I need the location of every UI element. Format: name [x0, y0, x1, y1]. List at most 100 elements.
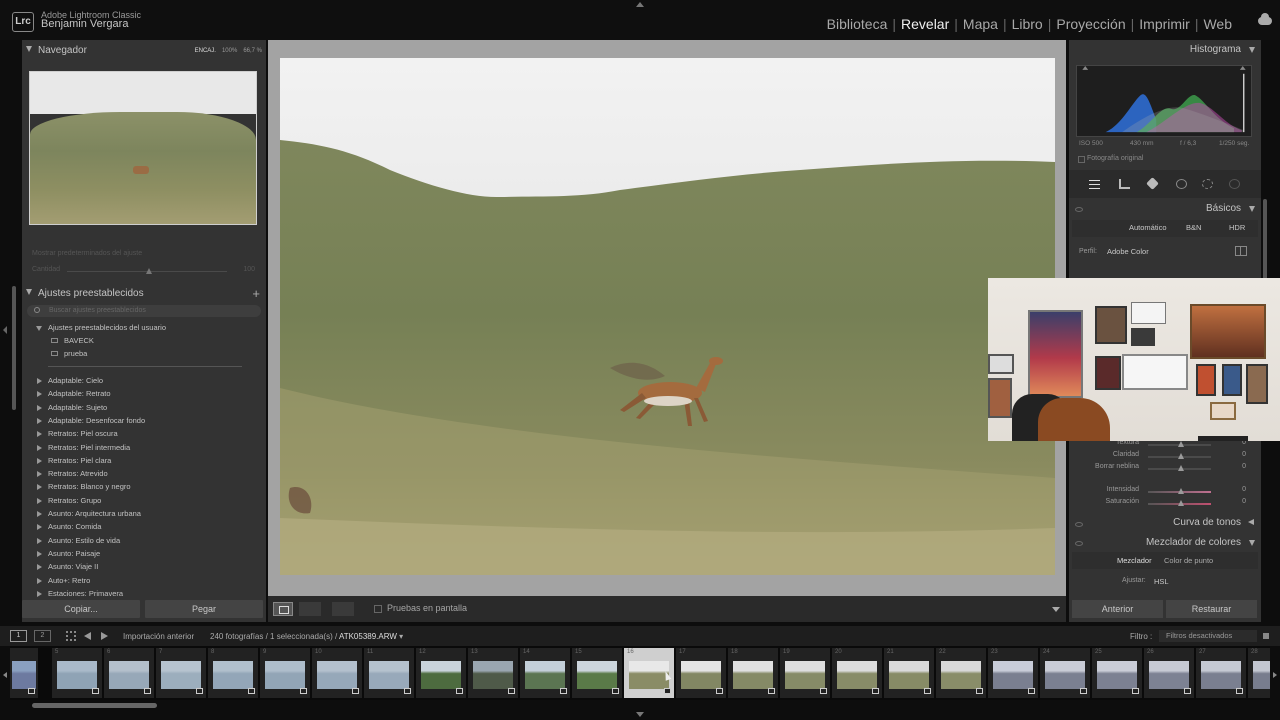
auto-button[interactable]: Automático	[1129, 223, 1167, 232]
filmstrip-info[interactable]: 240 fotografías / 1 seleccionada(s) / AT…	[210, 632, 403, 641]
filmstrip-thumbnail[interactable]: 5	[52, 648, 102, 698]
module-develop[interactable]: Revelar	[901, 16, 949, 32]
panel-visibility-eye-icon[interactable]	[1075, 522, 1083, 527]
reset-icon[interactable]	[1229, 179, 1240, 189]
presets-search-input[interactable]: Buscar ajustes preestablecidos	[27, 305, 261, 317]
filmstrip-source[interactable]: Importación anterior	[123, 632, 194, 641]
navigator-preview[interactable]	[29, 71, 257, 225]
previous-button[interactable]: Anterior	[1072, 600, 1163, 618]
before-after-view-icon[interactable]	[299, 602, 321, 616]
tab-mixer[interactable]: Mezclador	[1117, 556, 1152, 565]
crop-icon[interactable]	[1119, 179, 1130, 189]
zoom-100[interactable]: 100%	[222, 48, 237, 54]
filmstrip-thumbnail[interactable]: 10	[312, 648, 362, 698]
left-panel-scrollbar[interactable]	[12, 286, 16, 410]
collapse-bottom-panel-icon[interactable]	[636, 712, 644, 717]
red-eye-icon[interactable]	[1176, 179, 1187, 189]
filmstrip-thumbnail[interactable]: 28	[1248, 648, 1270, 698]
collapse-left-panel-icon[interactable]	[3, 326, 7, 334]
toolbar-content-dropdown-icon[interactable]	[1052, 607, 1060, 612]
panel-visibility-eye-icon[interactable]	[1075, 207, 1083, 212]
filmstrip-thumbnail[interactable]: 27	[1196, 648, 1246, 698]
filmstrip-thumbnail[interactable]: 18	[728, 648, 778, 698]
filmstrip-thumbnail[interactable]: 12	[416, 648, 466, 698]
filmstrip-thumbnail[interactable]: 15	[572, 648, 622, 698]
adjust-dropdown[interactable]: HSL	[1154, 577, 1169, 586]
filter-dropdown[interactable]: Filtros desactivados	[1159, 630, 1257, 642]
module-book[interactable]: Libro	[1012, 16, 1043, 32]
filmstrip-thumbnail[interactable]: 7	[156, 648, 206, 698]
filmstrip-thumbnail[interactable]: 8	[208, 648, 258, 698]
edit-sliders-icon[interactable]	[1089, 179, 1100, 189]
masking-icon[interactable]	[1202, 179, 1213, 189]
slider-knob[interactable]	[1178, 465, 1184, 471]
presets-header[interactable]: Ajustes preestablecidos	[22, 285, 266, 303]
filmstrip-thumbnail[interactable]: 11	[364, 648, 414, 698]
filmstrip-thumbnail[interactable]: 25	[1092, 648, 1142, 698]
filmstrip-thumbnail[interactable]: 23	[988, 648, 1038, 698]
tone-curve-title[interactable]: Curva de tonos	[1173, 517, 1241, 528]
before-after-split-icon[interactable]	[332, 602, 354, 616]
slider-value[interactable]: 0	[1242, 498, 1246, 505]
slider-dehaze[interactable]: Borrar neblina 0	[1069, 463, 1261, 475]
slider-knob[interactable]	[1178, 488, 1184, 494]
module-library[interactable]: Biblioteca	[827, 16, 888, 32]
module-slideshow[interactable]: Proyección	[1056, 16, 1125, 32]
filmstrip-scrollbar[interactable]	[32, 703, 157, 708]
filmstrip-thumbnail[interactable]: 19	[780, 648, 830, 698]
panel-visibility-eye-icon[interactable]	[1075, 541, 1083, 546]
collapse-triangle-icon[interactable]	[1249, 206, 1255, 212]
forward-arrow-icon[interactable]	[101, 632, 108, 640]
slider-value[interactable]: 0	[1242, 486, 1246, 493]
collapse-right-icon[interactable]	[1273, 672, 1277, 678]
primary-window-button[interactable]: 1	[10, 630, 27, 642]
slider-clarity[interactable]: Claridad 0	[1069, 451, 1261, 463]
collapse-left-icon[interactable]	[3, 672, 7, 678]
add-preset-button[interactable]: +	[252, 286, 260, 301]
navigator-header[interactable]: Navegador ENCAJ. 100% 66,7 %	[22, 42, 266, 60]
collapse-top-panel-icon[interactable]	[636, 2, 644, 7]
collapse-triangle-icon[interactable]	[1249, 540, 1255, 546]
filmstrip-thumbnail[interactable]: 20	[832, 648, 882, 698]
filmstrip-thumbnail[interactable]: 17	[676, 648, 726, 698]
copy-settings-button[interactable]: Copiar...	[22, 600, 140, 618]
filmstrip-thumbnail[interactable]: 14	[520, 648, 570, 698]
healing-eraser-icon[interactable]	[1146, 177, 1159, 190]
module-map[interactable]: Mapa	[963, 16, 998, 32]
slider-value[interactable]: 0	[1242, 451, 1246, 458]
loupe-view-icon[interactable]	[273, 602, 293, 616]
profile-browser-icon[interactable]	[1235, 246, 1247, 256]
filmstrip-thumbnail[interactable]: 24	[1040, 648, 1090, 698]
secondary-window-button[interactable]: 2	[34, 630, 51, 642]
grid-view-icon[interactable]	[66, 631, 76, 641]
slider-knob[interactable]	[1178, 500, 1184, 506]
original-photo-checkbox[interactable]	[1078, 156, 1085, 163]
main-photo[interactable]	[280, 58, 1055, 575]
filmstrip-thumbnail[interactable]	[10, 648, 38, 698]
filmstrip-thumbnail[interactable]: 9	[260, 648, 310, 698]
black-white-button[interactable]: B&N	[1186, 223, 1201, 232]
zoom-custom[interactable]: 66,7 %	[243, 48, 262, 54]
slider-intensity[interactable]: Intensidad 0	[1069, 486, 1261, 498]
slider-saturation[interactable]: Saturación 0	[1069, 498, 1261, 510]
filmstrip-thumbnail[interactable]: 22	[936, 648, 986, 698]
reset-button[interactable]: Restaurar	[1166, 600, 1257, 618]
slider-value[interactable]: 0	[1242, 463, 1246, 470]
right-panel-scrollbar[interactable]	[1263, 199, 1267, 285]
paste-settings-button[interactable]: Pegar	[145, 600, 263, 618]
collapse-triangle-icon[interactable]	[1249, 47, 1255, 53]
module-print[interactable]: Imprimir	[1139, 16, 1190, 32]
back-arrow-icon[interactable]	[84, 632, 91, 640]
hdr-button[interactable]: HDR	[1229, 223, 1245, 232]
zoom-fit[interactable]: ENCAJ.	[195, 48, 216, 54]
cloud-sync-icon[interactable]	[1258, 13, 1272, 25]
filter-lock-icon[interactable]	[1263, 633, 1269, 639]
preset-amount-knob[interactable]	[146, 268, 152, 274]
filmstrip-thumbnail[interactable]: 6	[104, 648, 154, 698]
expand-triangle-icon[interactable]	[1248, 519, 1254, 525]
filmstrip-thumbnail[interactable]: 26	[1144, 648, 1194, 698]
color-mixer-title[interactable]: Mezclador de colores	[1146, 537, 1241, 548]
module-web[interactable]: Web	[1203, 16, 1232, 32]
soft-proof-checkbox[interactable]	[374, 605, 382, 613]
slider-knob[interactable]	[1178, 441, 1184, 447]
